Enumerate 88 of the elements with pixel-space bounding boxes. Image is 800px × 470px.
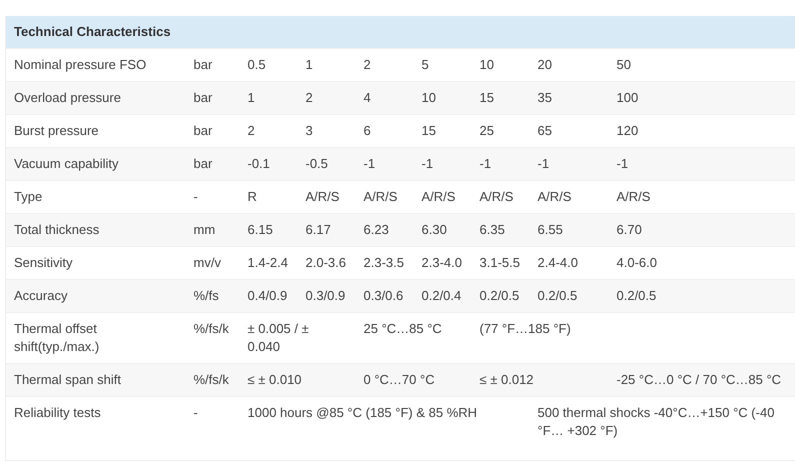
table-cell: 2.0-3.6 — [298, 246, 356, 280]
table-cell: 0 °C…70 °C — [356, 364, 472, 396]
table-cell: -1 — [414, 148, 472, 180]
unit-cell: %/fs/k — [186, 312, 240, 364]
table-cell: 5 — [414, 48, 472, 82]
table-cell: (77 °F…185 °F) — [472, 312, 795, 364]
unit-cell: mv/v — [186, 246, 240, 280]
table-cell: 1 — [298, 48, 356, 82]
table-cell: 20 — [530, 48, 608, 82]
table-cell: 2 — [240, 114, 298, 148]
table-cell: 3 — [298, 114, 356, 148]
row-label: Thermal span shift — [6, 364, 186, 396]
table-cell: 10 — [414, 82, 472, 114]
row-label: Sensitivity — [6, 246, 186, 280]
table-cell: 2 — [356, 48, 414, 82]
table-cell: 1.4-2.4 — [240, 246, 298, 280]
row-label: Accuracy — [6, 280, 186, 312]
table-cell: 15 — [472, 82, 530, 114]
unit-cell: bar — [186, 114, 240, 148]
table-cell: 6.17 — [298, 214, 356, 246]
table-cell: A/R/S — [414, 180, 472, 214]
table-cell: R — [240, 180, 298, 214]
table-title: Technical Characteristics — [6, 16, 795, 48]
row-label: Reliability tests — [6, 396, 186, 460]
table-cell: -1 — [472, 148, 530, 180]
table-cell: ≤ ± 0.012 — [472, 364, 608, 396]
table-cell: 6.35 — [472, 214, 530, 246]
unit-cell: bar — [186, 82, 240, 114]
table-cell-text: ≤ ± 0.010 — [248, 371, 303, 389]
table-cell: 0.4/0.9 — [240, 280, 298, 312]
table-cell: 1000 hours @85 °C (185 °F) & 85 %RH — [240, 396, 530, 460]
table-cell: A/R/S — [356, 180, 414, 214]
unit-cell: - — [186, 180, 240, 214]
table-cell: 6.23 — [356, 214, 414, 246]
table-cell: 0.2/0.5 — [608, 280, 795, 312]
table-cell: A/R/S — [472, 180, 530, 214]
table-cell: 4 — [356, 82, 414, 114]
row-label: Vacuum capability — [6, 148, 186, 180]
table-cell: 0.2/0.4 — [414, 280, 472, 312]
table-cell: 120 — [608, 114, 795, 148]
row-label: Type — [6, 180, 186, 214]
table-cell: -1 — [608, 148, 795, 180]
table-cell: 0.2/0.5 — [530, 280, 608, 312]
table-cell: 0.3/0.9 — [298, 280, 356, 312]
table-cell: 6.70 — [608, 214, 795, 246]
table-cell: 6.15 — [240, 214, 298, 246]
row-label: Thermal offset shift(typ./max.) — [6, 312, 186, 364]
table-cell: 100 — [608, 82, 795, 114]
row-label: Overload pressure — [6, 82, 186, 114]
table-cell: 6 — [356, 114, 414, 148]
table-cell: 3.1-5.5 — [472, 246, 530, 280]
table-cell: -25 °C…0 °C / 70 °C…85 °C — [608, 364, 795, 396]
table-cell: 0.3/0.6 — [356, 280, 414, 312]
unit-cell: bar — [186, 148, 240, 180]
unit-cell: %/fs/k — [186, 364, 240, 396]
table-cell: 2 — [298, 82, 356, 114]
table-cell: -1 — [356, 148, 414, 180]
unit-cell: %/fs — [186, 280, 240, 312]
table-cell: 25 °C…85 °C — [356, 312, 472, 364]
row-label: Burst pressure — [6, 114, 186, 148]
row-label: Total thickness — [6, 214, 186, 246]
table-cell: 50 — [608, 48, 795, 82]
table-cell: -0.5 — [298, 148, 356, 180]
table-cell: 10 — [472, 48, 530, 82]
table-cell: 0.2/0.5 — [472, 280, 530, 312]
table-cell: 4.0-6.0 — [608, 246, 795, 280]
unit-cell: mm — [186, 214, 240, 246]
unit-cell: - — [186, 396, 240, 460]
unit-cell: bar — [186, 48, 240, 82]
table-cell: A/R/S — [298, 180, 356, 214]
table-cell: 2.3-3.5 — [356, 246, 414, 280]
table-cell: 500 thermal shocks -40°C…+150 °C (-40 °F… +302 °F) — [530, 396, 795, 460]
table-cell: 6.55 — [530, 214, 608, 246]
table-cell: 35 — [530, 82, 608, 114]
table-cell: -0.1 — [240, 148, 298, 180]
table-cell: A/R/S — [530, 180, 608, 214]
table-cell-text: ± 0.005 / ± 0.040 — [248, 320, 310, 356]
table-cell: 0.5 — [240, 48, 298, 82]
table-cell: 2.3-4.0 — [414, 246, 472, 280]
table-cell: 2.4-4.0 — [530, 246, 608, 280]
table-cell: 1 — [240, 82, 298, 114]
table-cell: 15 — [414, 114, 472, 148]
table-cell: A/R/S — [608, 180, 795, 214]
table-cell: -1 — [530, 148, 608, 180]
table-cell: 6.30 — [414, 214, 472, 246]
table-cell: 25 — [472, 114, 530, 148]
table-cell: 65 — [530, 114, 608, 148]
row-label: Nominal pressure FSO — [6, 48, 186, 82]
